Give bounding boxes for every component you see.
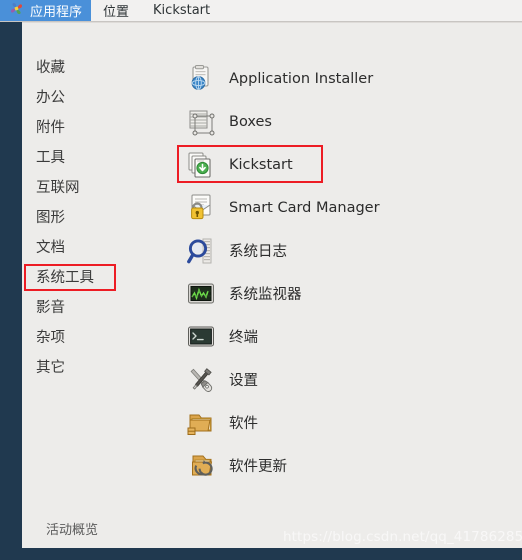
- category-label: 办公: [36, 90, 65, 106]
- category-office[interactable]: 办公: [22, 83, 172, 113]
- category-list: 收藏 办公 附件 工具 互联网 图形 文档 系统工具 影音 杂项 其它 活动概览: [22, 23, 172, 548]
- software-package-icon: [186, 408, 216, 438]
- category-utilities[interactable]: 工具: [22, 143, 172, 173]
- places-menu-button[interactable]: 位置: [91, 0, 141, 21]
- app-item-settings[interactable]: 设置: [172, 358, 522, 401]
- desktop-background-bottom: [0, 548, 522, 560]
- monitor-graph-icon: [186, 279, 216, 309]
- app-item-system-monitor[interactable]: 系统监视器: [172, 272, 522, 315]
- activities-overview-label: 活动概览: [46, 523, 99, 538]
- magnifier-log-icon: [186, 236, 216, 266]
- category-label: 影音: [36, 300, 65, 316]
- top-panel: 应用程序 位置 Kickstart: [0, 0, 522, 22]
- app-item-label: 系统日志: [229, 244, 287, 260]
- category-label: 收藏: [36, 60, 65, 76]
- app-item-terminal[interactable]: 终端: [172, 315, 522, 358]
- package-globe-icon: [186, 64, 216, 94]
- app-item-kickstart[interactable]: Kickstart: [172, 143, 522, 186]
- app-item-label: 系统监视器: [229, 287, 302, 303]
- app-item-software[interactable]: 软件: [172, 401, 522, 444]
- app-item-boxes[interactable]: Boxes: [172, 100, 522, 143]
- category-label: 工具: [36, 150, 65, 166]
- desktop-background-left: [0, 22, 22, 560]
- app-item-label: 软件: [229, 416, 258, 432]
- kickstart-documents-icon: [186, 150, 216, 180]
- window-title-label: Kickstart: [153, 3, 211, 18]
- app-item-smart-card-manager[interactable]: Smart Card Manager: [172, 186, 522, 229]
- applications-menu-label: 应用程序: [30, 5, 83, 20]
- application-list: Application Installer Boxes Kickstart Sm…: [172, 23, 522, 548]
- screen: 应用程序 位置 Kickstart 收藏 办公 附件 工具 互联网 图形 文档 …: [0, 0, 522, 560]
- category-accessories[interactable]: 附件: [22, 113, 172, 143]
- app-item-label: Smart Card Manager: [229, 199, 380, 216]
- category-internet[interactable]: 互联网: [22, 173, 172, 203]
- app-item-label: 软件更新: [229, 459, 287, 475]
- app-item-label: Kickstart: [229, 156, 293, 173]
- software-update-icon: [186, 451, 216, 481]
- category-system-tools[interactable]: 系统工具: [22, 263, 172, 293]
- pinwheel-icon: [9, 1, 24, 20]
- applications-menu-popup: 收藏 办公 附件 工具 互联网 图形 文档 系统工具 影音 杂项 其它 活动概览…: [22, 22, 522, 548]
- app-item-label: Boxes: [229, 113, 272, 130]
- watermark: https://blog.csdn.net/qq_41786285: [283, 529, 522, 545]
- app-item-label: 设置: [229, 373, 258, 389]
- app-item-label: 终端: [229, 330, 258, 346]
- boxes-crate-icon: [186, 107, 216, 137]
- applications-menu-button[interactable]: 应用程序: [0, 0, 92, 21]
- document-lock-icon: [186, 193, 216, 223]
- category-sundry[interactable]: 杂项: [22, 323, 172, 353]
- activities-overview-item[interactable]: 活动概览: [46, 519, 98, 538]
- app-item-label: Application Installer: [229, 70, 374, 87]
- active-window-title[interactable]: Kickstart: [141, 0, 222, 21]
- category-documents[interactable]: 文档: [22, 233, 172, 263]
- category-label: 互联网: [36, 180, 80, 196]
- app-item-application-installer[interactable]: Application Installer: [172, 57, 522, 100]
- app-item-software-update[interactable]: 软件更新: [172, 444, 522, 487]
- category-label: 附件: [36, 120, 65, 136]
- category-graphics[interactable]: 图形: [22, 203, 172, 233]
- category-label: 系统工具: [36, 270, 94, 286]
- category-favorites[interactable]: 收藏: [22, 53, 172, 83]
- category-label: 杂项: [36, 330, 65, 346]
- category-sound-video[interactable]: 影音: [22, 293, 172, 323]
- category-label: 图形: [36, 210, 65, 226]
- wrench-screwdriver-icon: [186, 365, 216, 395]
- category-label: 其它: [36, 360, 65, 376]
- places-menu-label: 位置: [103, 5, 130, 20]
- category-label: 文档: [36, 240, 65, 256]
- terminal-icon: [186, 322, 216, 352]
- app-item-system-logs[interactable]: 系统日志: [172, 229, 522, 272]
- category-other[interactable]: 其它: [22, 353, 172, 383]
